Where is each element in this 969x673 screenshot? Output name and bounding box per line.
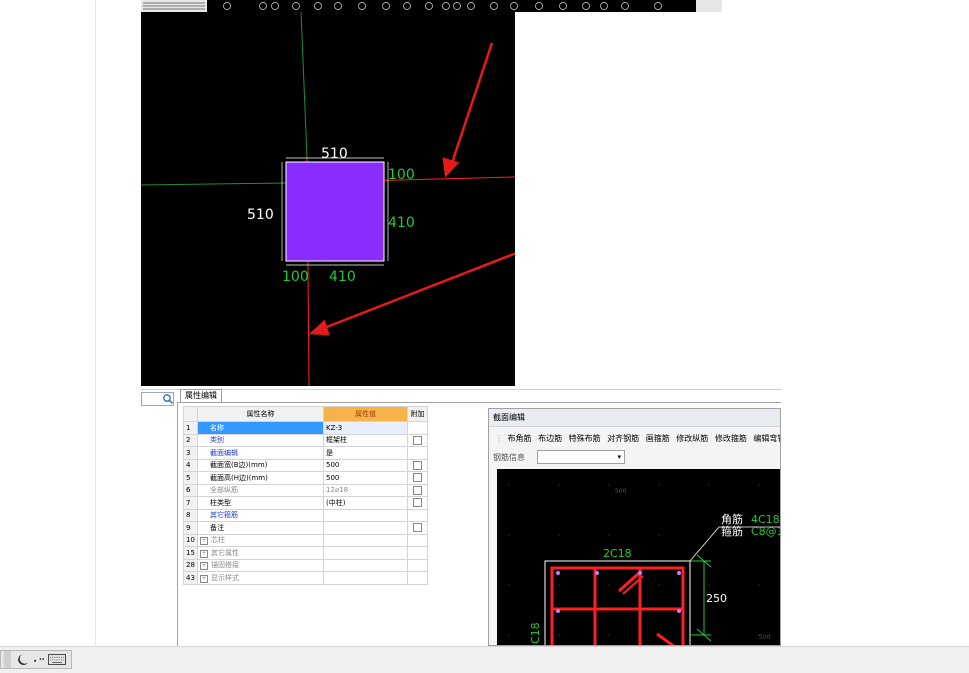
status-bar: [0, 646, 969, 673]
property-group[interactable]: + 芯柱: [197, 533, 324, 547]
dim-250: 250: [706, 592, 727, 605]
expand-icon[interactable]: +: [200, 562, 208, 571]
table-row[interactable]: 10 + 芯柱: [183, 533, 428, 547]
extra-checkbox[interactable]: [413, 485, 422, 495]
section-editor-toolbar: ⋮ 布角筋 布边筋 特殊布筋 对齐钢筋 画箍筋 修改纵筋 修改箍筋 编辑弯钩: [489, 431, 780, 447]
property-value-input[interactable]: [323, 508, 408, 522]
panel-divider: [141, 389, 781, 390]
punctuation-icon: [34, 658, 45, 662]
property-value-input[interactable]: 500: [323, 471, 408, 485]
property-value-input[interactable]: 是: [323, 446, 408, 460]
table-row[interactable]: 43 + 显示样式: [183, 571, 428, 585]
table-row[interactable]: 8 其它箍筋: [183, 508, 428, 522]
toolbar-special-bars[interactable]: 特殊布筋: [569, 434, 601, 443]
toolbar-modify-stirrup[interactable]: 修改箍筋: [715, 434, 747, 443]
property-name: 备注: [197, 521, 324, 535]
property-name: 全部纵筋: [197, 483, 324, 497]
chevron-down-icon[interactable]: ▾: [617, 453, 621, 461]
column-section: [285, 161, 385, 262]
table-row[interactable]: 2 类别 框架柱: [183, 433, 428, 447]
property-name: 截面编辑: [197, 446, 324, 460]
table-row[interactable]: 15 + 其它属性: [183, 546, 428, 560]
extra-checkbox[interactable]: [413, 523, 422, 533]
toolbar-modify-long-bars[interactable]: 修改纵筋: [676, 434, 708, 443]
rebar-info-label: 钢筋信息: [493, 453, 525, 462]
header-property-value: 属性值: [323, 406, 408, 422]
side-bar-label: 2C18: [529, 622, 542, 646]
property-name: 截面宽(B边)(mm): [197, 458, 324, 472]
section-outline: [544, 560, 691, 645]
property-value-input[interactable]: 12⌀18: [323, 483, 408, 497]
ime-toolbar[interactable]: [0, 650, 72, 669]
table-row[interactable]: 5 截面高(H边)(mm) 500: [183, 471, 428, 485]
toolbar-edge-bars[interactable]: 布边筋: [538, 434, 562, 443]
extra-checkbox[interactable]: [413, 460, 422, 470]
header-property-name: 属性名称: [197, 406, 324, 422]
extra-checkbox[interactable]: [413, 473, 422, 483]
table-row[interactable]: 6 全部纵筋 12⌀18: [183, 483, 428, 497]
search-icon[interactable]: [161, 392, 175, 406]
cad-drawing-view[interactable]: 510 510 100 410 100 410: [141, 12, 515, 386]
rebar-info-select[interactable]: ▾: [537, 450, 625, 464]
property-name: 其它箍筋: [197, 508, 324, 522]
section-editor-window: 截面编辑 ⋮ 布角筋 布边筋 特殊布筋 对齐钢筋 画箍筋 修改纵筋 修改箍筋 编…: [488, 408, 781, 646]
property-name: 类别: [197, 433, 324, 447]
left-margin-line: [95, 0, 96, 646]
grid-label-top: 500: [615, 488, 627, 495]
table-row[interactable]: 28 + 锚固搭接: [183, 558, 428, 572]
expand-icon[interactable]: +: [200, 549, 208, 558]
property-name: 名称: [197, 421, 324, 435]
property-value-input[interactable]: [323, 521, 408, 535]
dim-bottom-right: 410: [329, 269, 356, 285]
dim-right-top: 100: [388, 167, 415, 183]
keyboard-icon: [48, 654, 66, 665]
toolbar-edit-hook[interactable]: 编辑弯钩: [753, 434, 780, 443]
section-editor-title: 截面编辑: [489, 409, 780, 427]
stirrup-value: C8@10: [751, 525, 781, 538]
toolbar-corner-bars[interactable]: 布角筋: [508, 434, 532, 443]
annotation-arrow-lower: [318, 252, 515, 332]
property-table: 属性名称 属性值 附加 1 名称 KZ-3 2 类别 框架柱 3 截面编辑 是 …: [183, 406, 428, 585]
header-extra: 附加: [407, 406, 428, 422]
table-row[interactable]: 7 柱类型 (中柱): [183, 496, 428, 510]
moon-icon: [18, 654, 28, 666]
expand-icon[interactable]: +: [200, 537, 208, 546]
extra-checkbox[interactable]: [413, 435, 422, 445]
property-value-input[interactable]: 500: [323, 458, 408, 472]
grid-axis-green-horizontal: [141, 182, 287, 186]
header-num: [183, 406, 198, 422]
grid-label-right: 500: [759, 634, 771, 641]
property-name: 柱类型: [197, 496, 324, 510]
tab-property-edit[interactable]: 属性编辑: [180, 389, 222, 402]
property-group[interactable]: + 锚固搭接: [197, 558, 324, 572]
dim-left: 510: [247, 207, 274, 223]
property-value-input[interactable]: 框架柱: [323, 433, 408, 447]
axis-ruler: [141, 0, 722, 12]
toolbar-draw-stirrup[interactable]: 画箍筋: [646, 434, 670, 443]
annotation-arrow-upper: [448, 42, 494, 170]
property-group[interactable]: + 显示样式: [197, 571, 324, 585]
toolbar-align-bars[interactable]: 对齐钢筋: [607, 434, 639, 443]
extra-checkbox[interactable]: [413, 498, 422, 508]
table-row[interactable]: 3 截面编辑 是: [183, 446, 428, 460]
dim-right-bottom: 410: [388, 215, 415, 231]
section-canvas[interactable]: 500 500 角筋 4C18 箍筋 C8@10 2C18 250 2C1: [497, 469, 781, 646]
grid-axis-green-vertical: [300, 12, 308, 158]
property-value-input[interactable]: KZ-3: [323, 421, 408, 435]
corner-bar-label: 角筋: [721, 512, 743, 526]
table-row[interactable]: 1 名称 KZ-3: [183, 421, 428, 435]
property-group[interactable]: + 其它属性: [197, 546, 324, 560]
expand-icon[interactable]: +: [200, 574, 208, 583]
property-name: 截面高(H边)(mm): [197, 471, 324, 485]
stirrup-label: 箍筋: [721, 524, 743, 538]
property-value-input[interactable]: (中柱): [323, 496, 408, 510]
top-bar-label: 2C18: [603, 547, 632, 560]
dim-top: 510: [321, 146, 348, 162]
table-row[interactable]: 4 截面宽(B边)(mm) 500: [183, 458, 428, 472]
dim-bottom-left: 100: [282, 269, 309, 285]
table-row[interactable]: 9 备注: [183, 521, 428, 535]
stirrup-outer: [550, 566, 685, 645]
